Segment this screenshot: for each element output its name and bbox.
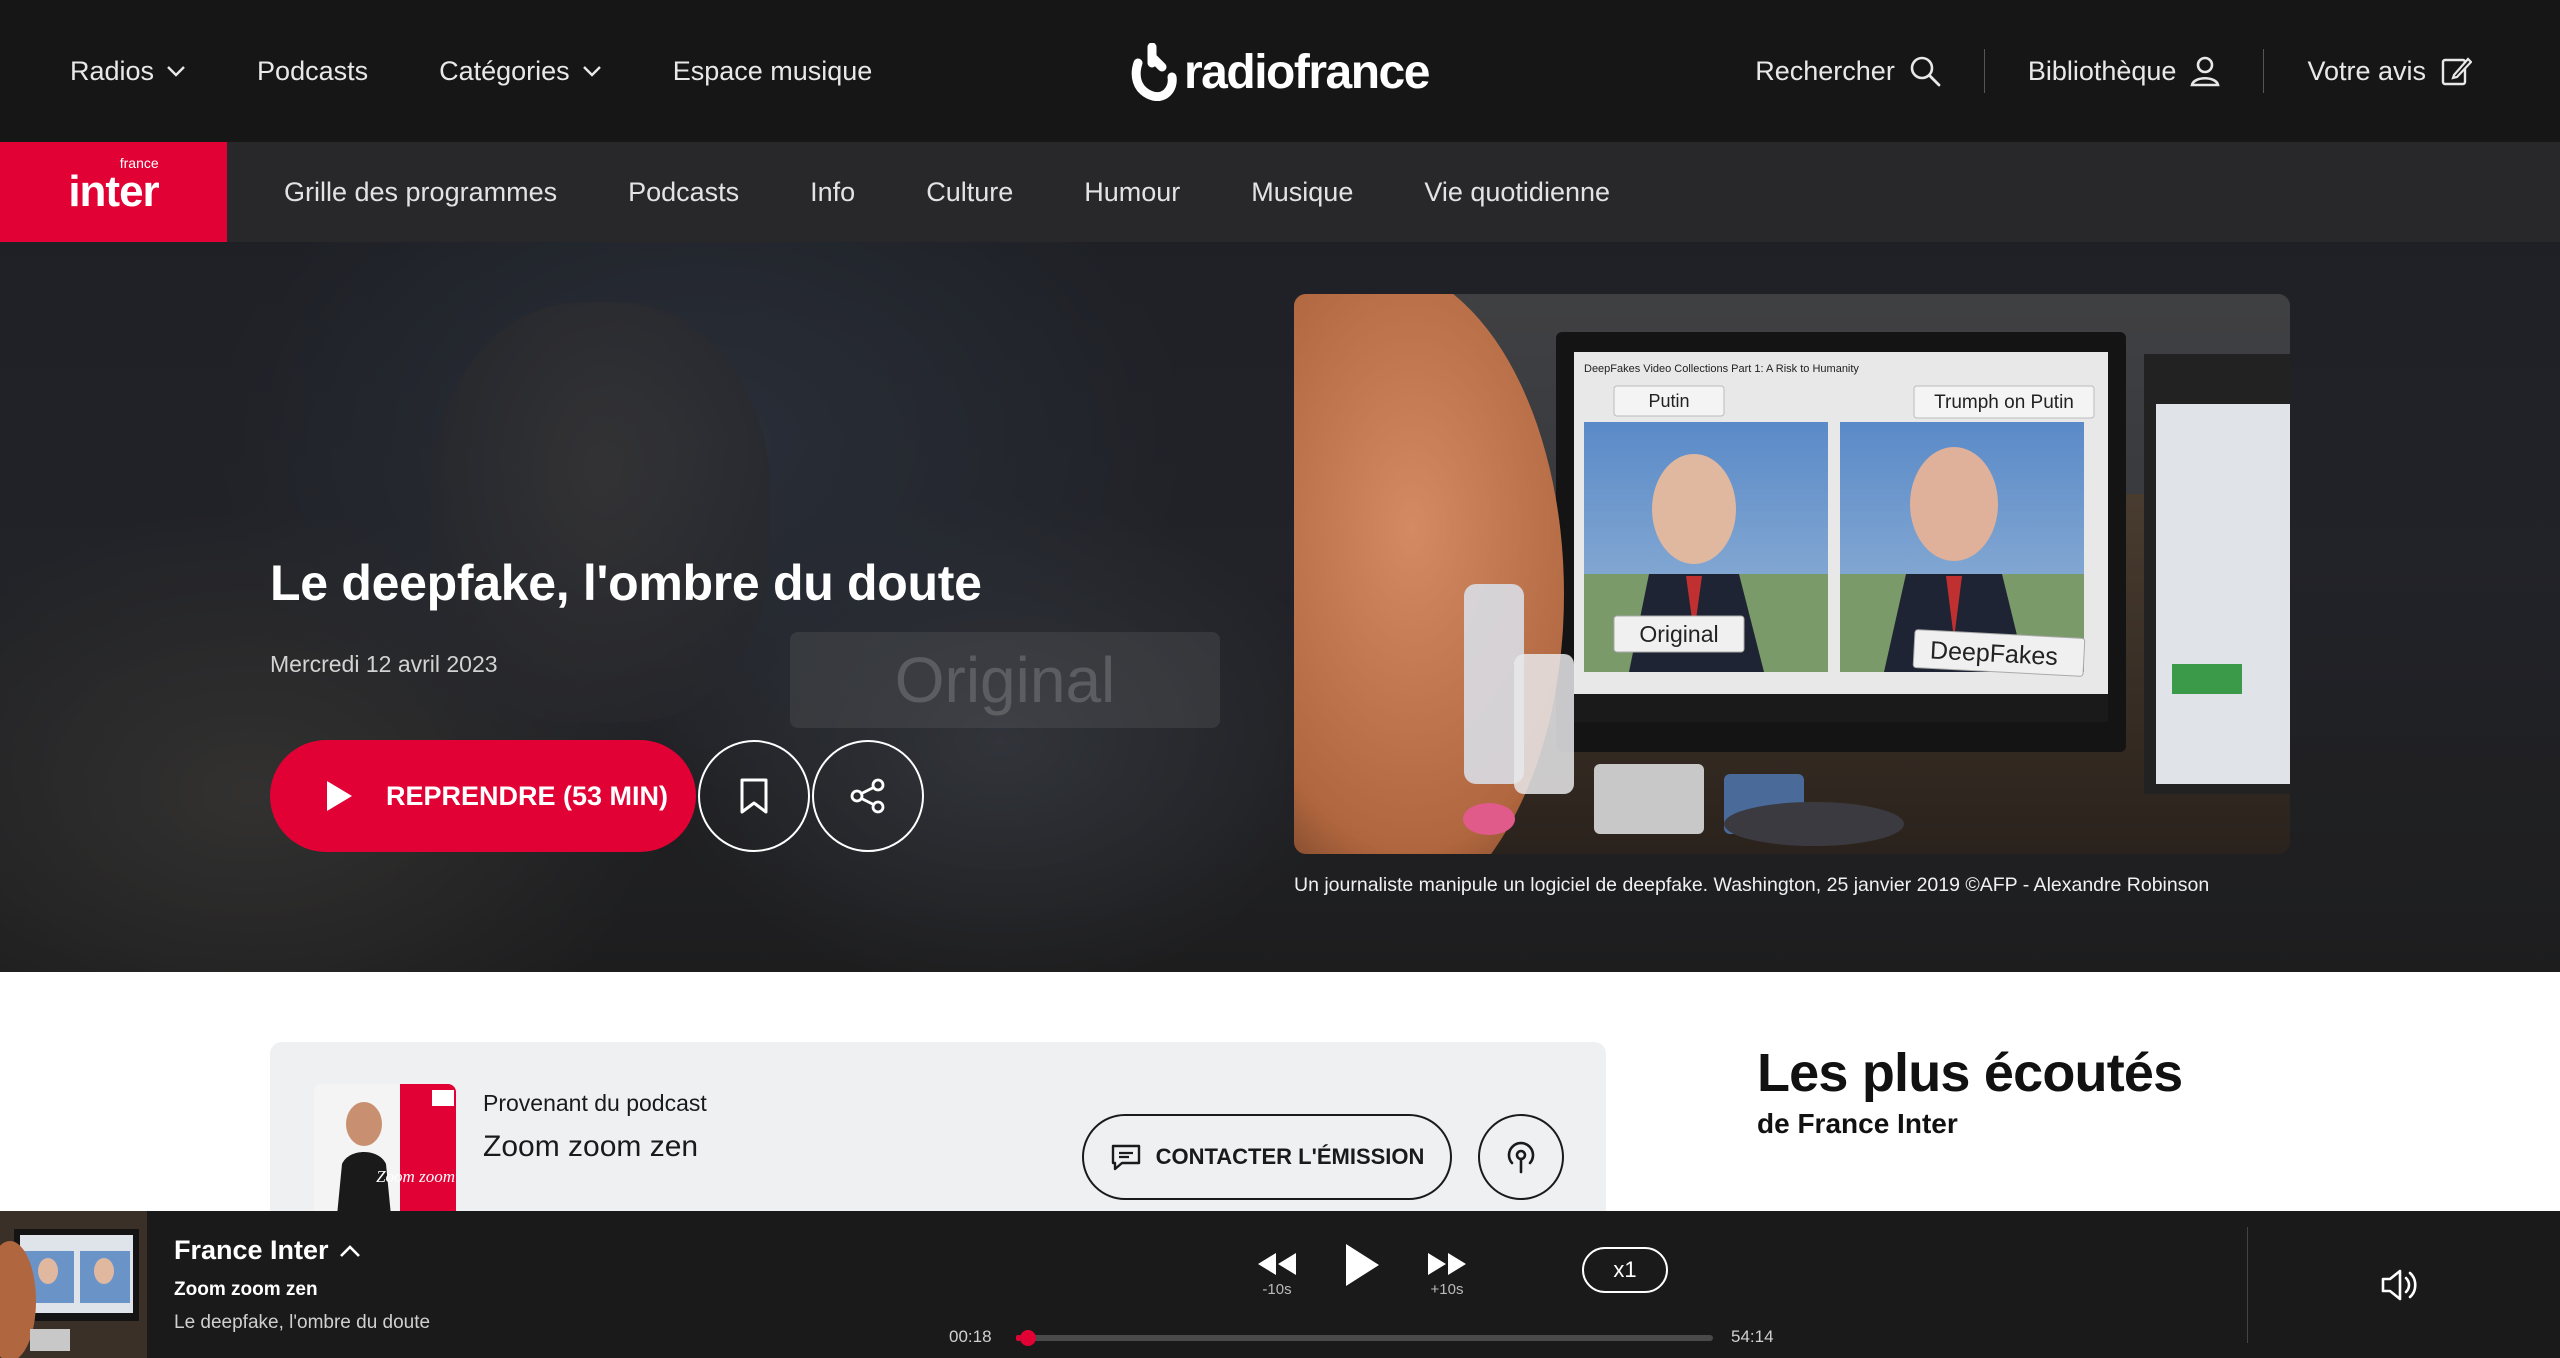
play-icon <box>1346 1244 1379 1286</box>
total-duration: 54:14 <box>1731 1327 1774 1346</box>
search-button[interactable]: Rechercher <box>1712 55 1984 87</box>
playback-speed-button[interactable]: x1 <box>1582 1247 1668 1293</box>
nav-podcasts[interactable]: Podcasts <box>257 56 368 87</box>
hero-section: Original Le deepfake, l'ombre du doute M… <box>0 142 2560 972</box>
station-navigation: france inter Grille des programmes Podcas… <box>0 142 2560 242</box>
utility-nav: Rechercher Bibliothèque Votre avis <box>1712 0 2472 142</box>
user-icon <box>2190 56 2221 87</box>
radiofrance-logo-text: radiofrance <box>1184 45 1430 99</box>
nav-humour[interactable]: Humour <box>1084 177 1180 208</box>
fast-forward-icon <box>1428 1253 1466 1275</box>
audio-player: France Inter Zoom zoom zen Le deepfake, … <box>0 1211 2560 1358</box>
chevron-down-icon <box>582 66 601 77</box>
image-label-putin: Putin <box>1648 391 1689 411</box>
cover-text: Zoom zoom zen <box>376 1167 456 1186</box>
video-title-text: DeepFakes Video Collections Part 1: A Ri… <box>1584 363 1859 375</box>
player-show-name: Zoom zoom zen <box>174 1279 318 1300</box>
forward-10-button[interactable]: +10s <box>1426 1251 1468 1298</box>
rewind-10-button[interactable]: -10s <box>1256 1251 1298 1298</box>
podcast-thumbnail[interactable]: Zoom zoom zen <box>314 1084 456 1226</box>
nav-podcasts-label: Podcasts <box>257 55 369 86</box>
share-icon <box>850 778 885 814</box>
player-station[interactable]: France Inter <box>174 1235 361 1266</box>
nav-categories[interactable]: Catégories <box>439 56 602 87</box>
nav-info[interactable]: Info <box>810 177 855 208</box>
play-button[interactable] <box>1342 1241 1382 1289</box>
france-inter-logo[interactable]: france inter <box>0 142 227 242</box>
episode-image: DeepFakes Video Collections Part 1: A Ri… <box>1294 294 2290 854</box>
forward-label: +10s <box>1430 1281 1464 1298</box>
play-icon <box>327 781 352 811</box>
volume-button[interactable] <box>2380 1267 2418 1308</box>
contact-show-button[interactable]: CONTACTER L'ÉMISSION <box>1082 1114 1452 1200</box>
rewind-icon <box>1258 1253 1296 1275</box>
edit-icon <box>2441 57 2472 86</box>
search-label: Rechercher <box>1755 55 1895 86</box>
brand-text: inter <box>68 167 159 216</box>
nav-espace-musique[interactable]: Espace musique <box>673 56 873 87</box>
progress-handle[interactable] <box>1019 1330 1036 1346</box>
image-caption: Un journaliste manipule un logiciel de d… <box>1294 874 2210 896</box>
nav-podcasts-inter[interactable]: Podcasts <box>628 177 739 208</box>
radiofrance-logo-icon <box>1131 43 1177 101</box>
most-listened-title: Les plus écoutés <box>1757 1043 2183 1103</box>
nav-radios-label: Radios <box>70 55 155 86</box>
bookmark-icon <box>740 778 768 814</box>
chevron-up-icon <box>339 1244 360 1257</box>
nav-radios[interactable]: Radios <box>70 56 186 87</box>
image-label-original: Original <box>1639 621 1718 647</box>
elapsed-time: 00:18 <box>949 1327 992 1346</box>
podcast-name[interactable]: Zoom zoom zen <box>483 1130 698 1164</box>
contact-show-label: CONTACTER L'ÉMISSION <box>1155 1144 1425 1169</box>
feedback-button[interactable]: Votre avis <box>2264 55 2472 87</box>
progress-bar[interactable] <box>1016 1330 1713 1346</box>
subscribe-podcast-button[interactable] <box>1478 1114 1564 1200</box>
library-label: Bibliothèque <box>2027 55 2177 86</box>
nav-culture[interactable]: Culture <box>926 177 1013 208</box>
nav-espace-musique-label: Espace musique <box>672 55 873 86</box>
deepfake-photo: DeepFakes Video Collections Part 1: A Ri… <box>1294 294 2290 854</box>
nav-musique[interactable]: Musique <box>1251 177 1353 208</box>
episode-date: Mercredi 12 avril 2023 <box>270 651 498 677</box>
message-icon <box>1111 1144 1140 1171</box>
share-button[interactable] <box>812 740 924 852</box>
feedback-label: Votre avis <box>2307 55 2426 86</box>
chevron-down-icon <box>167 66 185 77</box>
podcast-from-label: Provenant du podcast <box>483 1090 707 1116</box>
bookmark-button[interactable] <box>698 740 810 852</box>
most-listened-subtitle: de France Inter <box>1757 1108 1958 1139</box>
main-content: Zoom zoom zen Provenant du podcast Zoom … <box>0 972 2560 1242</box>
nav-categories-label: Catégories <box>439 55 570 86</box>
resume-label: REPRENDRE (53 MIN) <box>386 780 669 811</box>
volume-icon <box>2381 1269 2417 1301</box>
image-label-trumph: Trumph on Putin <box>1934 392 2074 413</box>
episode-title: Le deepfake, l'ombre du doute <box>270 555 982 611</box>
player-station-label: France Inter <box>174 1235 329 1265</box>
search-icon <box>1910 56 1941 87</box>
brand-small-text: france <box>119 155 159 171</box>
player-thumbnail[interactable] <box>0 1211 147 1358</box>
library-button[interactable]: Bibliothèque <box>1985 55 2264 87</box>
player-cover-image <box>0 1211 147 1358</box>
resume-button[interactable]: REPRENDRE (53 MIN) <box>270 740 696 852</box>
main-nav-links: Radios Podcasts Catégories Espace musiqu… <box>70 0 943 142</box>
player-divider <box>2247 1227 2248 1343</box>
nav-vie-quotidienne[interactable]: Vie quotidienne <box>1424 177 1610 208</box>
radiofrance-logo[interactable]: radiofrance <box>1128 40 1430 104</box>
nav-grille-programmes[interactable]: Grille des programmes <box>284 177 557 208</box>
top-navigation: Radios Podcasts Catégories Espace musiqu… <box>0 0 2560 142</box>
rewind-label: -10s <box>1262 1281 1292 1298</box>
podcast-icon <box>1507 1141 1535 1174</box>
podcast-cover-image: Zoom zoom zen <box>314 1084 456 1226</box>
player-episode-title: Le deepfake, l'ombre du doute <box>174 1312 431 1333</box>
station-nav-links: Grille des programmes Podcasts Info Cult… <box>284 142 1681 242</box>
